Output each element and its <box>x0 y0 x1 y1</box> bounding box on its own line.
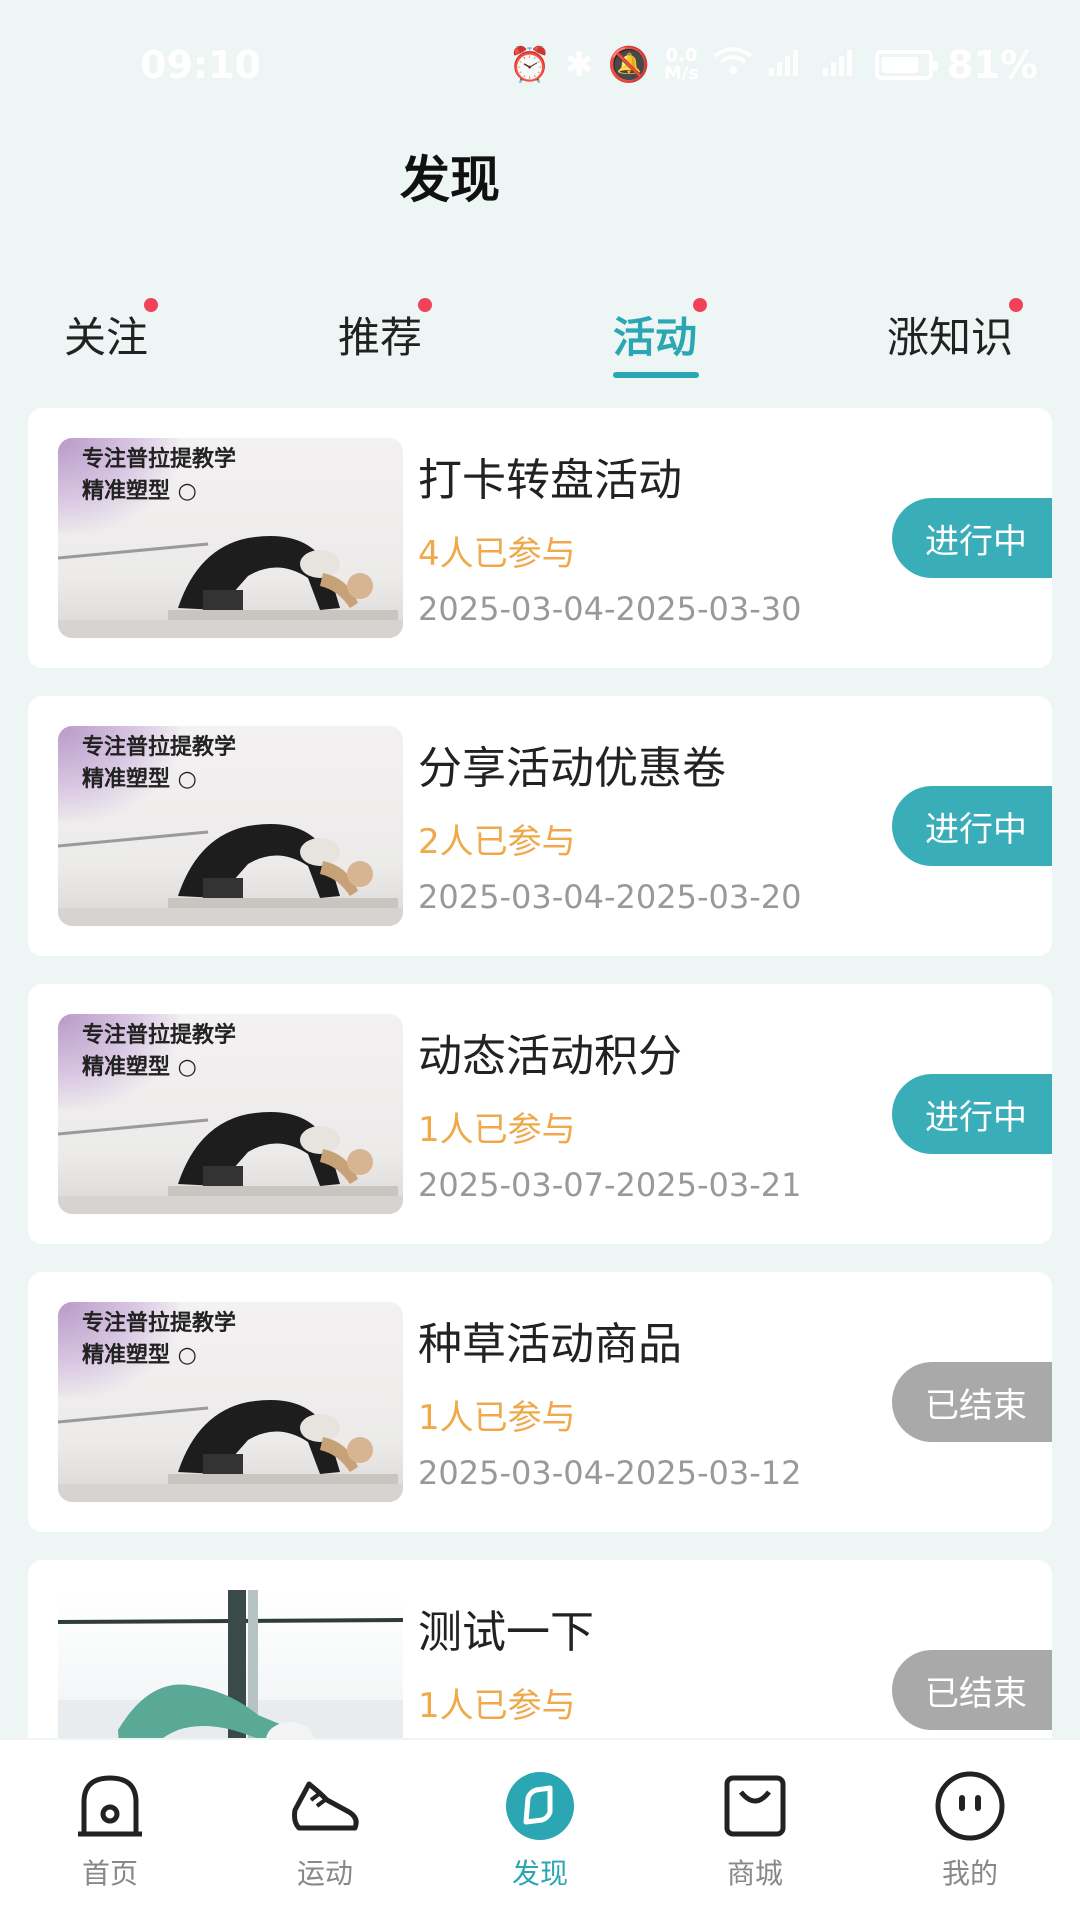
battery-fill <box>882 57 919 73</box>
status-icons: ⏰ ✱ 🔕 0.0 M/s 81% <box>509 43 1038 87</box>
page-title: 发现 <box>400 151 500 209</box>
activity-thumbnail: 专注普拉提教学 精准塑型 ○ <box>58 726 403 926</box>
home-icon <box>74 1770 146 1842</box>
pilates-studio-image <box>58 1590 403 1738</box>
status-badge: 进行中 <box>892 1074 1052 1154</box>
participant-count: 2人已参与 <box>418 822 576 862</box>
tab-recommend[interactable]: 推荐 <box>338 298 433 365</box>
sneaker-icon <box>289 1770 361 1842</box>
tab-activity[interactable]: 活动 <box>613 298 708 365</box>
activity-title: 分享活动优惠卷 <box>418 743 726 794</box>
activity-card[interactable]: 专注普拉提教学 精准塑型 ○ 种草活动商品 1人已参与 2025-03-04-2… <box>28 1272 1052 1532</box>
status-badge: 已结束 <box>892 1362 1052 1442</box>
face-icon <box>934 1770 1006 1842</box>
tab-follow[interactable]: 关注 <box>64 298 159 365</box>
promo-line: 专注普拉提教学 <box>82 1311 237 1336</box>
activity-thumbnail: 专注普拉提教学 精准塑型 ○ <box>58 1302 403 1502</box>
bottom-navigation: 首页 运动 发现 商城 我的 <box>0 1740 1080 1920</box>
nav-shop[interactable]: 商城 <box>685 1770 825 1900</box>
activity-date-range: 2025-03-07-2025-03-21 <box>418 1166 802 1204</box>
promo-line: 专注普拉提教学 <box>82 735 237 760</box>
bluetooth-icon: ✱ <box>564 45 594 85</box>
tab-active-indicator <box>613 372 699 378</box>
notification-dot <box>144 298 159 312</box>
activity-title: 测试一下 <box>418 1607 594 1658</box>
notification-dot <box>1009 298 1024 312</box>
pilates-figure-image <box>58 536 403 638</box>
pilates-figure-image <box>58 1112 403 1214</box>
activity-card[interactable]: 专注普拉提教学 精准塑型 ○ 打卡转盘活动 4人已参与 2025-03-04-2… <box>28 408 1052 668</box>
activity-thumbnail: 专注普拉提教学 精准塑型 ○ <box>58 1014 403 1214</box>
status-badge: 已结束 <box>892 1650 1052 1730</box>
promo-line: 专注普拉提教学 <box>82 447 237 472</box>
activity-card[interactable]: 专注普拉提教学 精准塑型 ○ 动态活动积分 1人已参与 2025-03-07-2… <box>28 984 1052 1244</box>
activity-thumbnail <box>58 1590 403 1738</box>
activity-title: 打卡转盘活动 <box>418 455 682 506</box>
activity-date-range: 2025-03-04-2025-03-12 <box>418 1454 802 1492</box>
participant-count: 1人已参与 <box>418 1110 576 1150</box>
nav-discover[interactable]: 发现 <box>470 1770 610 1900</box>
status-time: 09:10 <box>140 43 261 87</box>
nav-home[interactable]: 首页 <box>40 1770 180 1900</box>
activity-title: 动态活动积分 <box>418 1031 682 1082</box>
promo-line: 专注普拉提教学 <box>82 1023 237 1048</box>
wifi-icon <box>713 45 753 85</box>
signal-icon <box>767 45 807 85</box>
nav-sport[interactable]: 运动 <box>255 1770 395 1900</box>
status-badge: 进行中 <box>892 786 1052 866</box>
mute-icon: 🔕 <box>607 45 650 85</box>
activity-list[interactable]: 专注普拉提教学 精准塑型 ○ 打卡转盘活动 4人已参与 2025-03-04-2… <box>28 408 1052 1738</box>
battery-text: 81% <box>947 43 1038 87</box>
participant-count: 4人已参与 <box>418 534 576 574</box>
pilates-figure-image <box>58 824 403 926</box>
activity-date-range: 2025-03-04-2025-03-30 <box>418 590 802 628</box>
participant-count: 1人已参与 <box>418 1686 576 1726</box>
battery-icon <box>875 50 939 80</box>
activity-card[interactable]: 测试一下 1人已参与 已结束 <box>28 1560 1052 1738</box>
nav-mine[interactable]: 我的 <box>900 1770 1040 1900</box>
signal-icon <box>821 45 861 85</box>
alarm-icon: ⏰ <box>508 45 551 85</box>
pilates-figure-image <box>58 1400 403 1502</box>
status-bar: 09:10 ⏰ ✱ 🔕 0.0 M/s 81% <box>0 0 1080 130</box>
participant-count: 1人已参与 <box>418 1398 576 1438</box>
activity-card[interactable]: 专注普拉提教学 精准塑型 ○ 分享活动优惠卷 2人已参与 2025-03-04-… <box>28 696 1052 956</box>
activity-date-range: 2025-03-04-2025-03-20 <box>418 878 802 916</box>
tab-knowledge[interactable]: 涨知识 <box>887 298 1024 365</box>
notification-dot <box>693 298 708 312</box>
status-badge: 进行中 <box>892 498 1052 578</box>
compass-icon <box>504 1770 576 1842</box>
activity-title: 种草活动商品 <box>418 1319 682 1370</box>
network-speed: 0.0 M/s <box>663 45 700 84</box>
activity-thumbnail: 专注普拉提教学 精准塑型 ○ <box>58 438 403 638</box>
shopping-bag-icon <box>719 1770 791 1842</box>
notification-dot <box>418 298 433 312</box>
tab-bar: 关注 推荐 活动 涨知识 <box>0 290 1080 390</box>
